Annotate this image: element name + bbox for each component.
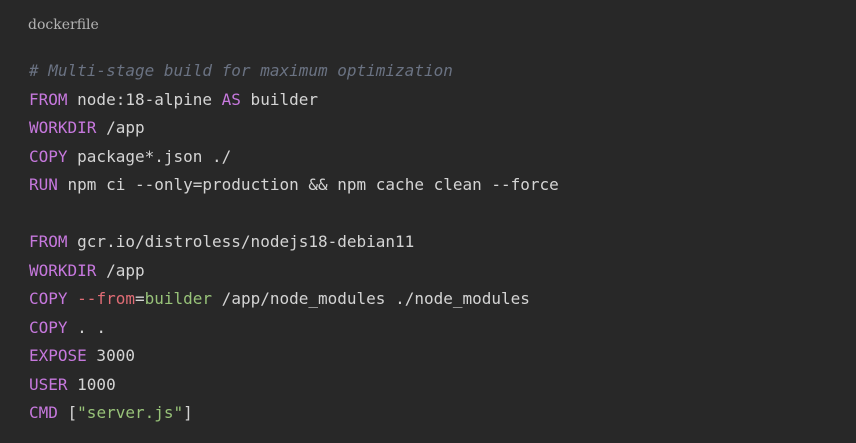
code-line: WORKDIR /app (29, 257, 559, 286)
code-token: WORKDIR (29, 118, 97, 137)
code-token: [ (57, 403, 78, 422)
code-token: COPY (29, 289, 68, 308)
code-token: 1000 (67, 374, 116, 394)
code-line: FROM gcr.io/distroless/nodejs18-debian11 (29, 228, 559, 257)
code-token: COPY (29, 146, 68, 166)
code-line: CMD ["server.js"] (29, 399, 559, 428)
code-token: EXPOSE (29, 346, 87, 365)
code-content: # Multi-stage build for maximum optimiza… (29, 57, 559, 428)
code-token: gcr.io/distroless/nodejs18-debian11 (67, 232, 415, 251)
code-token: COPY (29, 317, 68, 337)
code-token: "server.js" (77, 403, 184, 422)
code-line: EXPOSE 3000 (29, 342, 559, 371)
code-token: ] (183, 403, 193, 422)
code-token: --from (77, 289, 135, 308)
code-token: /app (96, 260, 145, 280)
code-line: USER 1000 (29, 371, 559, 400)
code-line: # Multi-stage build for maximum optimiza… (29, 57, 559, 86)
code-token: builder (240, 89, 318, 109)
code-token: AS (221, 89, 241, 109)
code-block: dockerfile # Multi-stage build for maxim… (0, 0, 856, 443)
code-line: COPY package*.json ./ (29, 143, 559, 172)
code-token: builder (144, 289, 213, 308)
code-token: # Multi-stage build for maximum optimiza… (29, 61, 453, 80)
code-line: RUN npm ci --only=production && npm cach… (29, 171, 559, 200)
code-token: node:18-alpine (67, 89, 222, 109)
code-token: /app (96, 118, 145, 137)
code-token: = (134, 289, 145, 308)
code-token: FROM (29, 89, 68, 109)
code-token: RUN (29, 175, 58, 194)
code-token: WORKDIR (29, 260, 97, 280)
code-token: CMD (29, 403, 58, 422)
code-token: 3000 (86, 346, 135, 365)
code-language-label: dockerfile (28, 17, 99, 33)
code-token: npm ci --only=production && npm cache cl… (57, 175, 559, 194)
code-line: WORKDIR /app (29, 114, 559, 143)
code-token: FROM (29, 232, 68, 251)
code-token: USER (29, 374, 68, 394)
code-line: COPY . . (29, 314, 559, 343)
code-token: package*.json ./ (67, 146, 232, 166)
code-line: FROM node:18-alpine AS builder (29, 86, 559, 115)
code-token: /app/node_modules ./node_modules (212, 289, 530, 308)
code-token: . . (67, 317, 107, 337)
code-line: COPY --from=builder /app/node_modules ./… (29, 285, 559, 314)
